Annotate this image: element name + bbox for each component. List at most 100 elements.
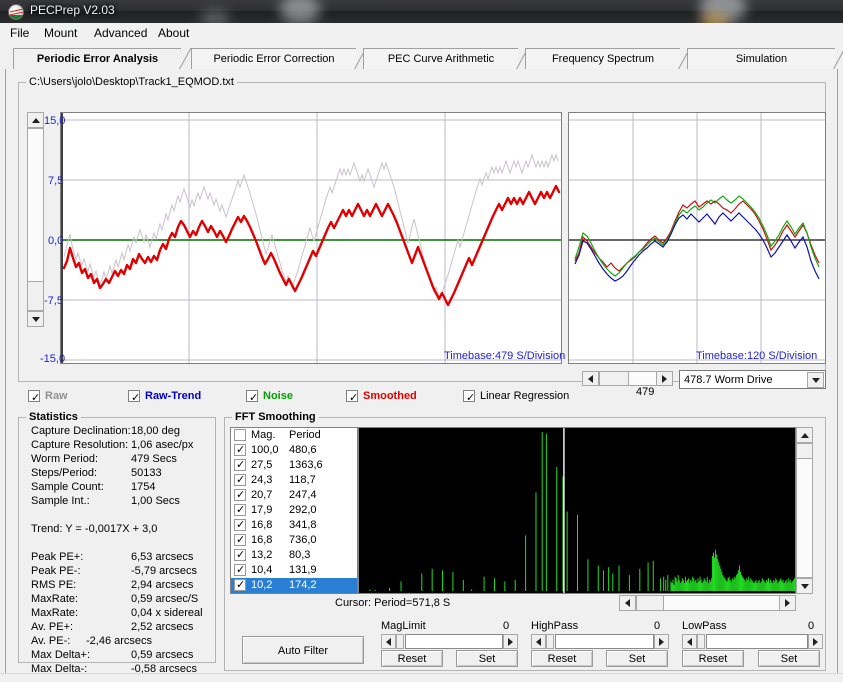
spectrum-scroll-down-button[interactable] <box>796 578 813 594</box>
row-checkbox[interactable]: ✓ <box>234 534 246 546</box>
spectrum-scroll-thumb[interactable] <box>796 443 813 459</box>
lowpass-thumb[interactable] <box>697 634 705 649</box>
chevron-left-icon <box>588 374 593 383</box>
auto-filter-button[interactable]: Auto Filter <box>242 636 364 664</box>
chevron-up-icon <box>800 432 809 438</box>
menu-item-advanced[interactable]: Advanced <box>88 26 153 41</box>
header-checkbox[interactable] <box>234 429 246 441</box>
tab-simulation[interactable]: Simulation <box>687 48 843 70</box>
spectrum-hscroll-right-button[interactable] <box>779 595 796 611</box>
fft-list-item[interactable]: ✓ 27,5 1363,6 <box>231 458 357 473</box>
combo-arrow-button[interactable] <box>807 372 824 388</box>
tab-periodic-error-analysis[interactable]: Periodic Error Analysis <box>13 48 191 70</box>
worm-scroll-right-button[interactable] <box>656 371 673 386</box>
scroll-down-button[interactable] <box>27 311 44 327</box>
worm-drive-combo[interactable]: 478.7 Worm Drive <box>679 370 826 389</box>
lowpass-dec-button[interactable] <box>682 634 697 649</box>
maglimit-dec-button[interactable] <box>381 634 396 649</box>
row-checkbox[interactable]: ✓ <box>234 549 246 561</box>
spectrum-cursor-readout: Cursor: Period=571,8 S <box>335 597 451 609</box>
fft-list-item[interactable]: ✓ 10,4 131,9 <box>231 563 357 578</box>
scroll-up-button[interactable] <box>27 112 44 128</box>
row-mag: 20,7 <box>251 489 273 501</box>
y-tick-0: 0,0 <box>48 235 64 247</box>
pecprep-window: PECPrep V2.03 File Mount Advanced About … <box>0 0 843 682</box>
menu-item-file[interactable]: File <box>4 26 35 41</box>
worm-cycles-plot[interactable] <box>568 112 826 364</box>
lowpass-reset-button[interactable]: Reset <box>682 650 744 667</box>
maglimit-thumb[interactable] <box>396 634 404 649</box>
fft-list-item[interactable]: ✓ 24,3 118,7 <box>231 473 357 488</box>
checkbox-box[interactable]: ✓ <box>246 390 258 404</box>
menu-item-mount[interactable]: Mount <box>38 26 83 41</box>
row-checkbox[interactable]: ✓ <box>234 519 246 531</box>
checkbox-label: Raw <box>45 390 68 402</box>
fft-list-item[interactable]: ✓ 16,8 736,0 <box>231 533 357 548</box>
worm-cycles-svg <box>569 113 825 363</box>
highpass-dec-button[interactable] <box>531 634 546 649</box>
fft-list-item[interactable]: ✓ 13,2 80,3 <box>231 548 357 563</box>
tab-frequency-spectrum[interactable]: Frequency Spectrum <box>525 48 690 70</box>
check-icon: ✓ <box>236 444 246 456</box>
fft-list-item[interactable]: ✓ 100,0 480,6 <box>231 443 357 458</box>
maglimit-set-button[interactable]: Set <box>456 650 518 667</box>
tab-pec-curve-arithmetic[interactable]: PEC Curve Arithmetic <box>363 48 528 70</box>
row-checkbox[interactable]: ✓ <box>234 489 246 501</box>
highpass-value: 0 <box>654 620 661 632</box>
check-icon: ✓ <box>236 549 246 561</box>
stat-value: 1,06 asec/px <box>131 439 194 451</box>
worm-scroll-thumb[interactable] <box>599 371 629 386</box>
lowpass-set-button[interactable]: Set <box>758 650 820 667</box>
maglimit-reset-button[interactable]: Reset <box>381 650 443 667</box>
menu-item-about[interactable]: About <box>152 26 195 41</box>
checkbox-box[interactable]: ✓ <box>128 390 140 404</box>
chevron-left-icon <box>687 637 692 646</box>
menu-bar: File Mount Advanced About <box>0 23 843 44</box>
fft-list-item[interactable]: ✓ 16,8 341,8 <box>231 518 357 533</box>
status-bar <box>0 673 843 682</box>
row-checkbox[interactable]: ✓ <box>234 474 246 486</box>
highpass-thumb[interactable] <box>546 634 554 649</box>
row-checkbox[interactable]: ✓ <box>234 579 246 591</box>
highpass-inc-button[interactable] <box>654 634 669 649</box>
check-icon: ✓ <box>236 564 246 576</box>
maglimit-track[interactable] <box>405 634 503 649</box>
smoothed-series-path <box>62 184 561 307</box>
row-mag: 16,8 <box>251 534 273 546</box>
maglimit-inc-button[interactable] <box>503 634 518 649</box>
fft-list-item[interactable]: ✓ 20,7 247,4 <box>231 488 357 503</box>
highpass-set-button[interactable]: Set <box>606 650 668 667</box>
fft-list-item-selected[interactable]: ✓ 10,2 174,2 <box>231 578 357 593</box>
checkbox-box[interactable]: ✓ <box>463 390 475 404</box>
row-checkbox[interactable]: ✓ <box>234 459 246 471</box>
row-checkbox[interactable]: ✓ <box>234 504 246 516</box>
highpass-reset-button[interactable]: Reset <box>531 650 593 667</box>
worm-scroll-left-button[interactable] <box>582 371 599 386</box>
lowpass-track[interactable] <box>706 634 808 649</box>
lowpass-inc-button[interactable] <box>808 634 823 649</box>
y-tick-neg15: -15,0 <box>40 353 66 365</box>
spectrum-scroll-track[interactable] <box>796 443 813 578</box>
scroll-thumb[interactable] <box>27 281 44 311</box>
row-period: 341,8 <box>289 519 317 531</box>
spectrum-scroll-up-button[interactable] <box>796 427 813 443</box>
stat-key: Max Delta+: <box>31 649 90 661</box>
row-period: 736,0 <box>289 534 317 546</box>
row-period: 131,9 <box>289 564 317 576</box>
row-checkbox[interactable]: ✓ <box>234 444 246 456</box>
lowpass-value: 0 <box>808 620 815 632</box>
tab-periodic-error-correction[interactable]: Periodic Error Correction <box>191 48 366 70</box>
fft-components-list[interactable]: Mag. Period ✓ 100,0 480,6 ✓ 27,5 1363,6 … <box>230 427 358 594</box>
pe-trace-plot[interactable] <box>60 112 562 364</box>
fft-list-item[interactable]: ✓ 17,9 292,0 <box>231 503 357 518</box>
frequency-spectrum-display[interactable] <box>358 427 796 594</box>
spectrum-hscroll-left-button[interactable] <box>619 595 636 611</box>
row-checkbox[interactable]: ✓ <box>234 564 246 576</box>
stat-key: MaxRate: <box>31 593 79 605</box>
chevron-right-icon <box>785 599 790 607</box>
checkbox-box[interactable]: ✓ <box>346 390 358 404</box>
highpass-track[interactable] <box>555 634 654 649</box>
chevron-left-icon <box>536 637 541 646</box>
spectrum-hscroll-thumb[interactable] <box>636 595 664 611</box>
checkbox-box[interactable]: ✓ <box>28 390 40 404</box>
